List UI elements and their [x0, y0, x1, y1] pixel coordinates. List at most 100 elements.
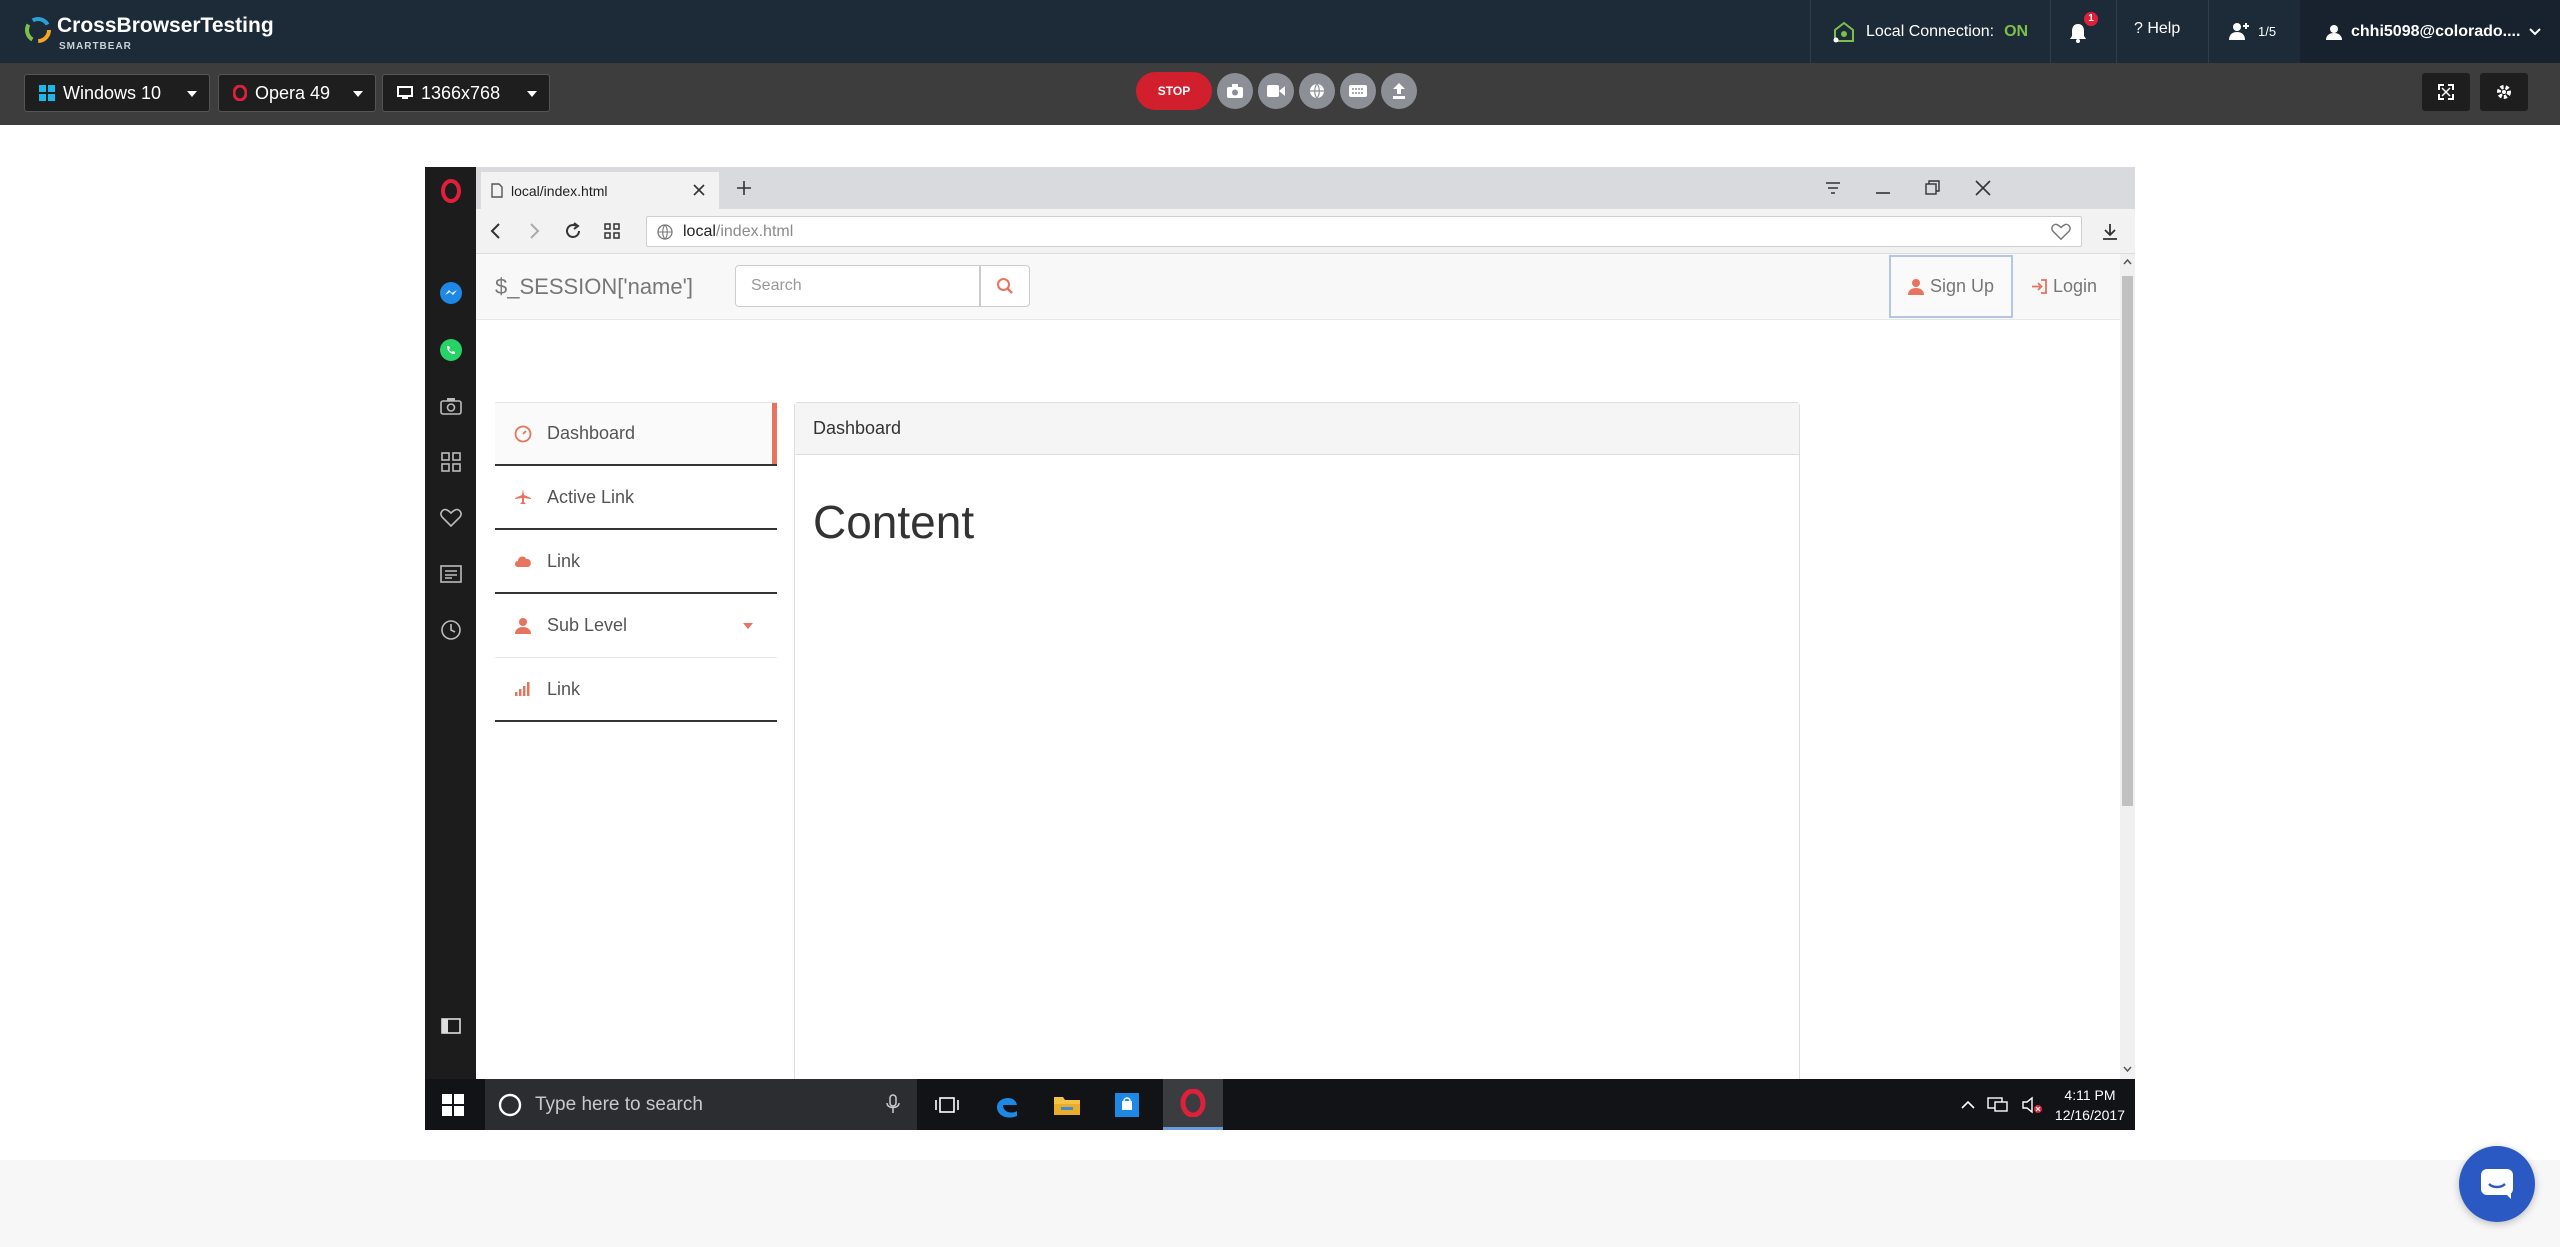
- system-tray: 4:11 PM 12/16/2017: [1961, 1079, 2135, 1130]
- windows-icon: [39, 85, 55, 101]
- browser-select[interactable]: Opera 49: [218, 74, 376, 112]
- minimize-icon[interactable]: [1874, 179, 1892, 197]
- sidebar-item-label: Link: [547, 678, 581, 699]
- help-link[interactable]: ? Help: [2134, 20, 2180, 38]
- opera-app[interactable]: [1163, 1079, 1223, 1130]
- video-icon: [1267, 85, 1285, 97]
- scroll-up-icon[interactable]: [2123, 258, 2132, 267]
- sidebar-item-label: Active Link: [547, 486, 635, 507]
- back-icon[interactable]: [486, 221, 506, 241]
- edge-app[interactable]: [977, 1079, 1037, 1130]
- url-host: local: [683, 222, 716, 240]
- user-icon: [1907, 279, 1924, 295]
- users-indicator[interactable]: 1/5: [2228, 16, 2276, 46]
- chevron-up-icon[interactable]: [1961, 1100, 1975, 1110]
- taskbar-search[interactable]: Type here to search: [485, 1079, 917, 1130]
- side-nav: Dashboard Active Link Link Sub Level Lin…: [495, 402, 777, 722]
- sign-up-button[interactable]: Sign Up: [1889, 255, 2013, 318]
- windows-start-icon[interactable]: [441, 1093, 465, 1117]
- settings-button[interactable]: [2480, 73, 2528, 111]
- sidebar-item-link[interactable]: Link: [495, 530, 777, 594]
- login-button[interactable]: Login: [2023, 255, 2105, 318]
- store-app[interactable]: [1097, 1079, 1157, 1130]
- sidebar-item-active-link[interactable]: Active Link: [495, 466, 777, 530]
- search-button[interactable]: [980, 265, 1030, 307]
- notification-badge: 1: [2084, 12, 2098, 26]
- remote-screen[interactable]: local/index.html local/index.html $_SESS…: [425, 167, 2135, 1130]
- local-connection-label: Local Connection:: [1866, 23, 1995, 40]
- search-input[interactable]: Search: [735, 265, 980, 307]
- sidebar-toggle-icon[interactable]: [438, 1013, 463, 1038]
- login-icon: [2031, 279, 2047, 294]
- speed-dial-icon[interactable]: [438, 449, 463, 474]
- file-explorer-app[interactable]: [1037, 1079, 1097, 1130]
- users-icon: [2229, 23, 2249, 40]
- web-page: $_SESSION['name'] Search Sign Up Login D…: [476, 254, 2135, 1079]
- messenger-icon[interactable]: [438, 280, 463, 305]
- volume-muted-icon[interactable]: [2021, 1096, 2043, 1114]
- browser-tab[interactable]: local/index.html: [481, 172, 719, 209]
- tab-menu-icon[interactable]: [1824, 179, 1842, 197]
- stop-button[interactable]: STOP: [1136, 72, 1212, 110]
- news-icon[interactable]: [438, 561, 463, 586]
- network-button[interactable]: [1299, 73, 1335, 109]
- new-tab-icon[interactable]: [735, 179, 753, 197]
- chevron-down-icon: [187, 91, 197, 97]
- upload-icon: [1393, 83, 1405, 99]
- globe-icon: [1310, 83, 1324, 99]
- url-field[interactable]: local/index.html: [646, 216, 2082, 247]
- account-menu[interactable]: chhi5098@colorado....: [2300, 0, 2560, 63]
- speed-dial-icon[interactable]: [602, 221, 622, 241]
- opera-sidebar: [425, 167, 476, 1079]
- browser-tab-bar: local/index.html: [476, 167, 2135, 209]
- forward-icon[interactable]: [524, 221, 544, 241]
- restore-icon[interactable]: [1924, 179, 1942, 197]
- upload-button[interactable]: [1381, 73, 1417, 109]
- fullscreen-button[interactable]: [2422, 73, 2470, 111]
- bookmark-heart-icon[interactable]: [2051, 223, 2071, 241]
- notifications-button[interactable]: 1: [2068, 12, 2098, 46]
- gear-icon: [2497, 85, 2511, 99]
- network-icon[interactable]: [1987, 1096, 2009, 1114]
- page-icon: [491, 183, 503, 198]
- heart-icon[interactable]: [438, 505, 463, 530]
- screenshot-button[interactable]: [1217, 73, 1253, 109]
- resolution-select[interactable]: 1366x768: [382, 74, 550, 112]
- sidebar-item-link-2[interactable]: Link: [495, 658, 777, 722]
- taskbar-clock[interactable]: 4:11 PM 12/16/2017: [2055, 1085, 2125, 1125]
- local-connection-status: ON: [2004, 23, 2029, 40]
- video-button[interactable]: [1258, 73, 1294, 109]
- camera-icon[interactable]: [438, 393, 463, 418]
- chat-launcher-button[interactable]: [2459, 1146, 2535, 1222]
- download-icon[interactable]: [2100, 222, 2120, 242]
- cbt-brand-name[interactable]: CrossBrowserTesting: [57, 14, 274, 38]
- sidebar-item-dashboard[interactable]: Dashboard: [495, 402, 777, 466]
- content-panel: Dashboard Content: [794, 402, 1800, 1079]
- navbar-brand[interactable]: $_SESSION['name']: [495, 274, 693, 300]
- microphone-icon[interactable]: [883, 1093, 903, 1115]
- fullscreen-icon: [2438, 84, 2454, 100]
- local-connection-indicator[interactable]: Local Connection: ON: [1832, 19, 2028, 45]
- opera-menu-icon[interactable]: [438, 178, 463, 203]
- task-view-button[interactable]: [917, 1079, 977, 1130]
- window-close-icon[interactable]: [1974, 179, 1992, 197]
- sidebar-item-sub-level[interactable]: Sub Level: [495, 594, 777, 658]
- cortana-icon: [498, 1093, 522, 1116]
- user-icon: [513, 616, 533, 636]
- page-scrollbar[interactable]: [2120, 254, 2135, 1079]
- resolution-select-value: 1366x768: [421, 82, 501, 103]
- cbt-logo-icon[interactable]: [20, 12, 56, 48]
- scroll-thumb[interactable]: [2122, 276, 2133, 806]
- reload-icon[interactable]: [563, 221, 583, 241]
- search-icon: [997, 278, 1013, 294]
- monitor-icon: [397, 86, 413, 99]
- scroll-down-icon[interactable]: [2123, 1064, 2132, 1073]
- plane-icon: [513, 487, 533, 507]
- close-icon[interactable]: [691, 182, 707, 198]
- sidebar-item-label: Link: [547, 550, 581, 571]
- url-path: /index.html: [715, 222, 794, 240]
- whatsapp-icon[interactable]: [438, 337, 463, 362]
- os-select[interactable]: Windows 10: [24, 74, 210, 112]
- keyboard-button[interactable]: [1340, 73, 1376, 109]
- history-icon[interactable]: [438, 617, 463, 642]
